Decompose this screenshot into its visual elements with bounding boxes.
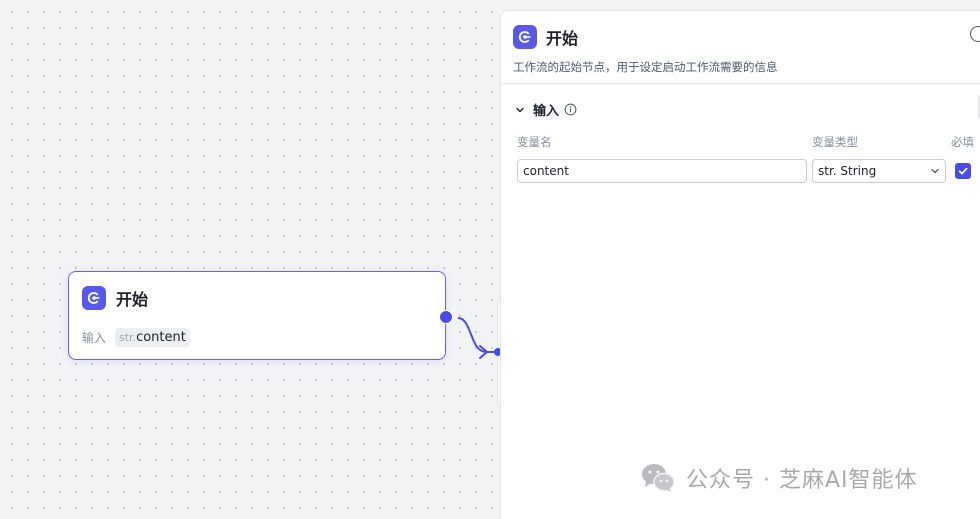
chevron-down-icon (931, 168, 939, 174)
input-section-toggle[interactable]: 输入 (515, 100, 577, 119)
node-title: 开始 (116, 290, 149, 309)
watermark: 公众号 · 芝麻AI智能体 (640, 462, 918, 494)
node-variable-chip: str. content (115, 328, 190, 347)
panel-description: 工作流的起始节点，用于设定启动工作流需要的信息 (513, 60, 778, 74)
panel-divider (501, 83, 980, 84)
node-variable-name: content (136, 330, 186, 345)
column-header-required: 必填 (951, 135, 974, 149)
required-checkbox[interactable] (955, 163, 971, 179)
info-icon[interactable] (564, 103, 577, 116)
chevron-down-icon (516, 107, 524, 112)
panel-title: 开始 (546, 29, 579, 48)
panel-header: 开始 (513, 25, 578, 49)
edge-connector[interactable] (440, 306, 500, 362)
variable-type-select[interactable]: str. String (812, 159, 946, 183)
start-node[interactable]: 开始 输入 str. content (68, 271, 453, 360)
start-flow-icon (82, 286, 106, 310)
node-header: 开始 (82, 286, 148, 310)
variable-type-value: str. String (818, 164, 877, 178)
start-flow-icon (513, 25, 537, 49)
node-variable-type: str. (119, 331, 137, 344)
input-section-title: 输入 (533, 104, 560, 119)
node-config-panel: 开始 工作流的起始节点，用于设定启动工作流需要的信息 输入 变量名 变量类型 必… (500, 10, 980, 519)
wechat-icon (642, 464, 675, 492)
variable-name-input[interactable] (517, 159, 807, 183)
column-header-type: 变量类型 (812, 135, 858, 149)
column-header-name: 变量名 (517, 135, 552, 149)
node-input-label: 输入 (82, 331, 107, 345)
watermark-text: 公众号 · 芝麻AI智能体 (686, 468, 918, 493)
panel-menu-icon[interactable] (970, 26, 980, 42)
node-inputs: 输入 str. content (82, 328, 190, 347)
check-icon (958, 167, 968, 175)
